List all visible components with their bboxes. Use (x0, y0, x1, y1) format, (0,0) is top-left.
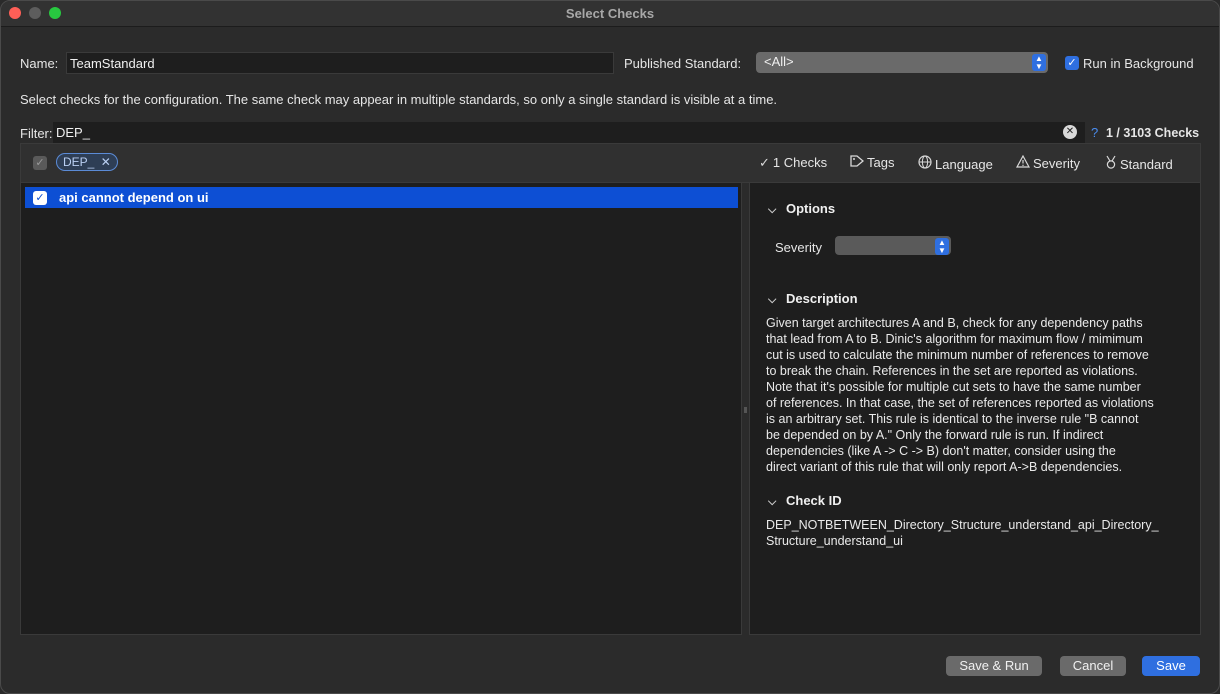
checks-list: ✓ api cannot depend on ui (20, 183, 742, 635)
check-id-line: DEP_NOTBETWEEN_Directory_Structure_under… (766, 518, 1159, 532)
language-filter-label: Language (935, 157, 993, 172)
description-line: cut is used to calculate the minimum num… (766, 348, 1149, 362)
globe-icon (918, 155, 932, 172)
instructions-text: Select checks for the configuration. The… (20, 92, 778, 107)
filter-label: Filter: (20, 126, 53, 141)
description-line: is an arbitrary set. This rule is identi… (766, 412, 1139, 426)
description-line: be depended on by A." Only the forward r… (766, 428, 1104, 442)
help-icon[interactable]: ? (1091, 125, 1098, 140)
select-arrows-icon: ▲ ▼ (935, 238, 949, 255)
warning-icon (1015, 154, 1031, 171)
check-id-header-label: Check ID (786, 493, 842, 508)
published-standard-select[interactable]: <All> ▲ ▼ (756, 52, 1048, 73)
checks-filter-button[interactable]: ✓ 1 Checks (759, 155, 827, 171)
cancel-button[interactable]: Cancel (1060, 656, 1126, 676)
checks-filter-label: 1 Checks (772, 155, 828, 170)
chevron-down-icon: ⌵ (768, 294, 777, 306)
window-title: Select Checks (565, 6, 655, 21)
language-filter-button[interactable]: Language (918, 155, 993, 172)
tags-filter-label: Tags (867, 155, 895, 170)
standard-filter-label: Standard (1120, 157, 1173, 172)
select-all-checkbox[interactable]: ✓ (33, 156, 47, 170)
checkmark-icon: ✓ (759, 155, 770, 170)
filter-chip[interactable]: DEP_ ✕ (56, 153, 118, 171)
filter-input[interactable]: DEP_ ✕ (53, 122, 1085, 143)
select-arrows-icon: ▲ ▼ (1032, 54, 1046, 71)
check-count: 1 / 3103 Checks (1106, 126, 1200, 140)
list-item-checkbox[interactable]: ✓ (33, 191, 47, 205)
chevron-down-icon: ⌵ (768, 496, 777, 508)
description-line: that lead from A to B. Dinic's algorithm… (766, 332, 1143, 346)
standard-filter-button[interactable]: Standard (1105, 155, 1173, 172)
run-in-background-checkbox[interactable]: ✓ (1065, 56, 1079, 70)
description-line: of references. In that case, the set of … (766, 396, 1154, 410)
tags-filter-button[interactable]: Tags (850, 155, 894, 170)
check-id-line: Structure_understand_ui (766, 534, 903, 548)
filter-chip-label: DEP_ (63, 155, 95, 169)
list-item-label: api cannot depend on ui (59, 190, 209, 205)
description-line: Given target architectures A and B, chec… (766, 316, 1143, 330)
run-in-background-label: Run in Background (1083, 56, 1194, 71)
filter-toolbar: ✓ DEP_ ✕ ✓ 1 Checks Tags Language Severit… (20, 143, 1201, 183)
check-id-text: DEP_NOTBETWEEN_Directory_Structure_under… (766, 517, 1190, 549)
description-line: Note that it's possible for multiple cut… (766, 380, 1141, 394)
description-line: dependencies (like A -> C -> B) don't ma… (766, 444, 1116, 458)
details-pane: ⌵ Options Severity ▲ ▼ ⌵ Description Given … (749, 183, 1201, 635)
name-label: Name: (20, 56, 59, 71)
published-standard-label: Published Standard: (624, 56, 742, 71)
medal-icon (1105, 155, 1117, 172)
severity-label: Severity (775, 240, 822, 255)
published-standard-value: <All> (764, 54, 794, 69)
severity-filter-button[interactable]: Severity (1015, 154, 1080, 171)
severity-filter-label: Severity (1033, 156, 1080, 171)
remove-chip-icon[interactable]: ✕ (101, 155, 111, 169)
chevron-down-icon: ⌵ (768, 204, 777, 216)
name-input[interactable]: TeamStandard (66, 52, 614, 74)
options-header-label: Options (786, 201, 836, 216)
save-and-run-button[interactable]: Save & Run (946, 656, 1042, 676)
description-header-label: Description (786, 291, 858, 306)
check-id-section-header[interactable]: ⌵ Check ID (768, 493, 842, 509)
description-section-header[interactable]: ⌵ Description (768, 291, 858, 307)
tag-icon (850, 155, 865, 170)
description-text: Given target architectures A and B, chec… (766, 315, 1190, 475)
select-checks-window: Select Checks Name: TeamStandard Publish… (0, 0, 1220, 694)
pane-splitter-handle[interactable] (744, 407, 747, 413)
clear-filter-icon[interactable]: ✕ (1063, 125, 1077, 139)
description-line: direct variant of this rule that will on… (766, 460, 1123, 474)
severity-select[interactable]: ▲ ▼ (835, 236, 951, 255)
options-section-header[interactable]: ⌵ Options (768, 201, 835, 217)
list-item[interactable]: ✓ api cannot depend on ui (25, 187, 738, 208)
filter-value: DEP_ (56, 125, 90, 140)
title-bar: Select Checks (1, 1, 1219, 27)
save-button[interactable]: Save (1142, 656, 1200, 676)
description-line: to break the chain. References in the se… (766, 364, 1138, 378)
